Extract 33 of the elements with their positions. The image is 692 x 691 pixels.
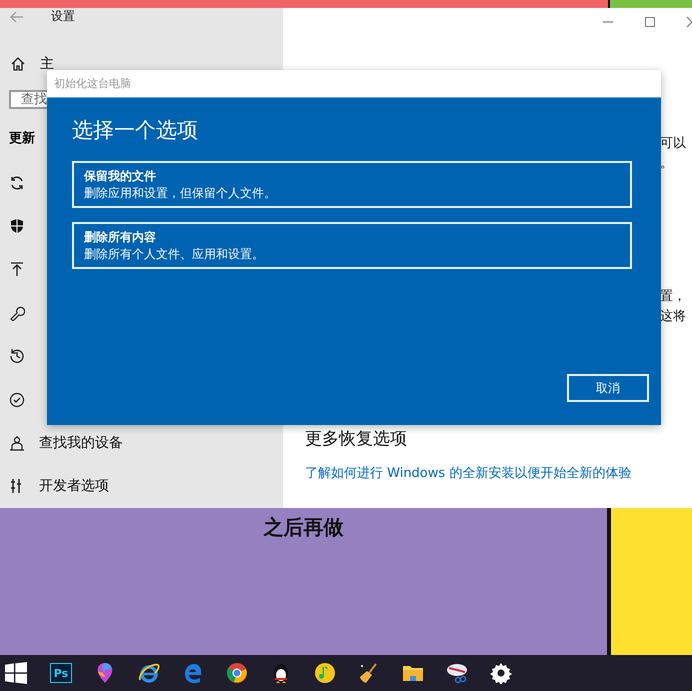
round-logo-icon[interactable] bbox=[226, 662, 248, 684]
option-button[interactable]: 删除所有内容 删除所有个人文件、应用和设置。 bbox=[72, 222, 632, 269]
window-title: 设置 bbox=[51, 8, 75, 25]
dialog-title: 初始化这台电脑 bbox=[47, 70, 661, 98]
body-text: 可以 bbox=[660, 135, 687, 153]
sidebar-item[interactable]: 查找我的设备 bbox=[39, 434, 123, 452]
wrench-icon bbox=[9, 304, 25, 321]
section-heading: 更多恢复选项 bbox=[305, 428, 408, 450]
maximize-icon[interactable] bbox=[644, 16, 656, 28]
option-button[interactable]: 保留我的文件 删除应用和设置，但保留个人文件。 bbox=[72, 161, 632, 208]
music-note-icon[interactable] bbox=[314, 662, 336, 684]
home-icon[interactable] bbox=[10, 56, 26, 72]
windows-logo-icon[interactable] bbox=[5, 662, 27, 684]
sync-icon bbox=[9, 174, 25, 191]
up-arrow-icon bbox=[9, 261, 25, 278]
scissors-icon[interactable] bbox=[446, 662, 468, 684]
section-heading: 更新 bbox=[9, 131, 35, 146]
settings-icon[interactable] bbox=[490, 662, 512, 684]
e-logo-icon[interactable] bbox=[138, 662, 160, 684]
check-circle-icon bbox=[9, 392, 25, 408]
dialog-heading: 选择一个选项 bbox=[72, 117, 199, 144]
body-text: 这将 bbox=[660, 308, 687, 326]
person-icon bbox=[9, 435, 25, 452]
history-icon bbox=[9, 348, 25, 364]
caption: 之后再做 bbox=[264, 514, 344, 540]
shield-icon bbox=[9, 218, 25, 234]
home-label[interactable]: 主 bbox=[40, 55, 54, 73]
sidebar-item[interactable]: 开发者选项 bbox=[39, 477, 109, 496]
help-link[interactable]: 了解如何进行 Windows 的全新安装以便开始全新的体验 bbox=[305, 464, 632, 482]
body-text: 。 bbox=[660, 155, 674, 173]
ps-app-icon[interactable]: Ps bbox=[50, 663, 72, 683]
cancel-button[interactable]: 取消 bbox=[567, 374, 649, 402]
body-text: 置， bbox=[660, 288, 687, 306]
